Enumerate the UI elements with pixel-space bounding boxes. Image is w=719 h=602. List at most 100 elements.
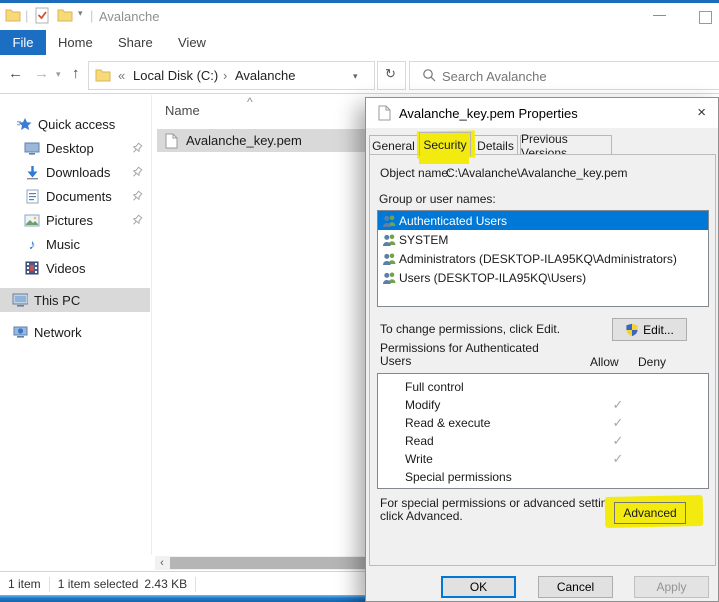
refresh-button[interactable]: ↻	[377, 61, 406, 90]
group-row-authenticated-users[interactable]: Authenticated Users	[378, 211, 708, 230]
address-folder-icon	[95, 68, 111, 87]
tab-security[interactable]: Security	[419, 132, 471, 156]
dialog-title-bar: Avalanche_key.pem Properties ×	[366, 98, 718, 128]
sidebar-label: Quick access	[38, 117, 115, 132]
status-separator	[49, 577, 50, 592]
sidebar-item-desktop[interactable]: Desktop	[0, 136, 150, 160]
uac-shield-icon	[625, 323, 639, 337]
sidebar-item-quick-access[interactable]: Quick access	[0, 112, 150, 136]
properties-dialog: Avalanche_key.pem Properties × General S…	[365, 97, 719, 602]
sidebar-label: Network	[34, 325, 82, 340]
breadcrumb-separator: ›	[223, 68, 227, 83]
search-input[interactable]	[440, 65, 714, 87]
ribbon-tab-share[interactable]: Share	[118, 30, 153, 55]
sidebar-item-videos[interactable]: Videos	[0, 256, 150, 280]
permission-name: Special permissions	[405, 470, 512, 484]
pin-icon	[127, 141, 144, 159]
permission-name: Read & execute	[405, 416, 490, 430]
back-icon[interactable]: ←	[8, 65, 23, 82]
users-icon	[382, 252, 399, 265]
scroll-left-icon[interactable]: ‹	[155, 556, 169, 570]
sidebar-label: Music	[46, 237, 80, 252]
permission-row-special: Special permissions	[378, 468, 708, 486]
group-list-label: Group or user names:	[379, 192, 496, 206]
qat-separator: |	[25, 8, 28, 23]
file-row-avalanche-key[interactable]: Avalanche_key.pem	[157, 129, 365, 152]
sidebar-item-music[interactable]: ♪ Music	[0, 232, 150, 256]
permissions-header-line1: Permissions for Authenticated	[380, 341, 539, 355]
sidebar-label: Pictures	[46, 213, 93, 228]
permissions-list[interactable]: Full control Modify ✓ Read & execute ✓ R…	[377, 373, 709, 489]
sort-ascending-icon[interactable]: ^	[247, 95, 253, 109]
permission-name: Modify	[405, 398, 440, 412]
ribbon-tab-file[interactable]: File	[0, 30, 46, 55]
sidebar-item-pictures[interactable]: Pictures	[0, 208, 150, 232]
breadcrumb-local-disk[interactable]: Local Disk (C:)	[133, 68, 218, 83]
horizontal-scrollbar[interactable]: ‹	[155, 556, 365, 570]
scrollbar-thumb[interactable]	[170, 557, 365, 569]
group-row-users[interactable]: Users (DESKTOP-ILA95KQ\Users)	[378, 268, 708, 287]
pin-icon	[127, 189, 144, 207]
apply-button-label: Apply	[656, 580, 686, 594]
edit-button[interactable]: Edit...	[612, 318, 687, 341]
users-icon	[382, 233, 399, 246]
allow-checkmark: ✓	[603, 433, 633, 449]
screen: | ▾ | Avalanche — File Home Share View ←…	[0, 0, 719, 602]
permission-name: Full control	[405, 380, 464, 394]
sidebar-item-documents[interactable]: Documents	[0, 184, 150, 208]
address-bar[interactable]: « Local Disk (C:) › Avalanche ▾	[88, 61, 375, 90]
column-header-name[interactable]: Name	[165, 103, 200, 118]
users-icon	[382, 271, 399, 284]
window-title: Avalanche	[99, 9, 159, 24]
cancel-button[interactable]: Cancel	[538, 576, 613, 598]
ribbon-tab-view[interactable]: View	[178, 30, 206, 55]
cancel-button-label: Cancel	[557, 580, 594, 594]
security-tab-highlight-drip	[419, 156, 469, 164]
qat-new-folder-icon[interactable]	[57, 8, 73, 27]
address-dropdown-icon[interactable]: ▾	[353, 71, 358, 82]
permission-row-read: Read ✓	[378, 432, 708, 450]
search-box[interactable]	[409, 61, 719, 90]
recent-locations-icon[interactable]: ▾	[56, 69, 61, 80]
sidebar-item-downloads[interactable]: Downloads	[0, 160, 150, 184]
file-icon	[165, 133, 178, 149]
music-note-icon: ♪	[24, 236, 40, 252]
group-user-list[interactable]: Authenticated Users SYSTEM Administrator…	[377, 210, 709, 307]
allow-checkmark: ✓	[603, 415, 633, 431]
qat-check-document-icon[interactable]	[35, 7, 49, 29]
qat-customize-dropdown-icon[interactable]: ▾	[78, 8, 83, 19]
deny-column-label: Deny	[638, 355, 666, 369]
edit-hint: To change permissions, click Edit.	[380, 322, 560, 336]
ok-button[interactable]: OK	[441, 576, 516, 598]
advanced-button[interactable]: Advanced	[614, 502, 686, 524]
sidebar-item-this-pc[interactable]: This PC	[0, 288, 150, 312]
tab-details[interactable]: Details	[473, 135, 518, 155]
allow-checkmark: ✓	[603, 451, 633, 467]
breadcrumb-avalanche[interactable]: Avalanche	[235, 68, 295, 83]
allow-checkmark: ✓	[603, 397, 633, 413]
pin-icon	[127, 165, 144, 183]
minimize-button[interactable]: —	[653, 7, 666, 22]
permission-row-write: Write ✓	[378, 450, 708, 468]
dialog-close-icon[interactable]: ×	[697, 104, 706, 121]
forward-icon: →	[34, 65, 49, 82]
status-selection: 1 item selected	[58, 577, 139, 591]
object-name-value: C:\Avalanche\Avalanche_key.pem	[446, 166, 627, 180]
tab-previous-versions[interactable]: Previous Versions	[520, 135, 612, 155]
this-pc-icon	[12, 293, 28, 307]
tab-general[interactable]: General	[369, 135, 418, 155]
file-name: Avalanche_key.pem	[186, 133, 302, 148]
maximize-button[interactable]	[699, 11, 712, 24]
group-name: SYSTEM	[399, 233, 448, 247]
group-row-system[interactable]: SYSTEM	[378, 230, 708, 249]
title-bar: | ▾ | Avalanche —	[0, 3, 719, 30]
sidebar-item-network[interactable]: Network	[0, 320, 150, 344]
breadcrumb-overflow-icon[interactable]: «	[118, 68, 125, 83]
group-row-administrators[interactable]: Administrators (DESKTOP-ILA95KQ\Administ…	[378, 249, 708, 268]
sidebar-label: Desktop	[46, 141, 94, 156]
ribbon-tab-home[interactable]: Home	[58, 30, 93, 55]
ribbon-tab-strip	[0, 30, 719, 57]
up-icon[interactable]: ↑	[72, 65, 80, 82]
status-separator-2	[195, 577, 196, 592]
allow-column-label: Allow	[590, 355, 619, 369]
